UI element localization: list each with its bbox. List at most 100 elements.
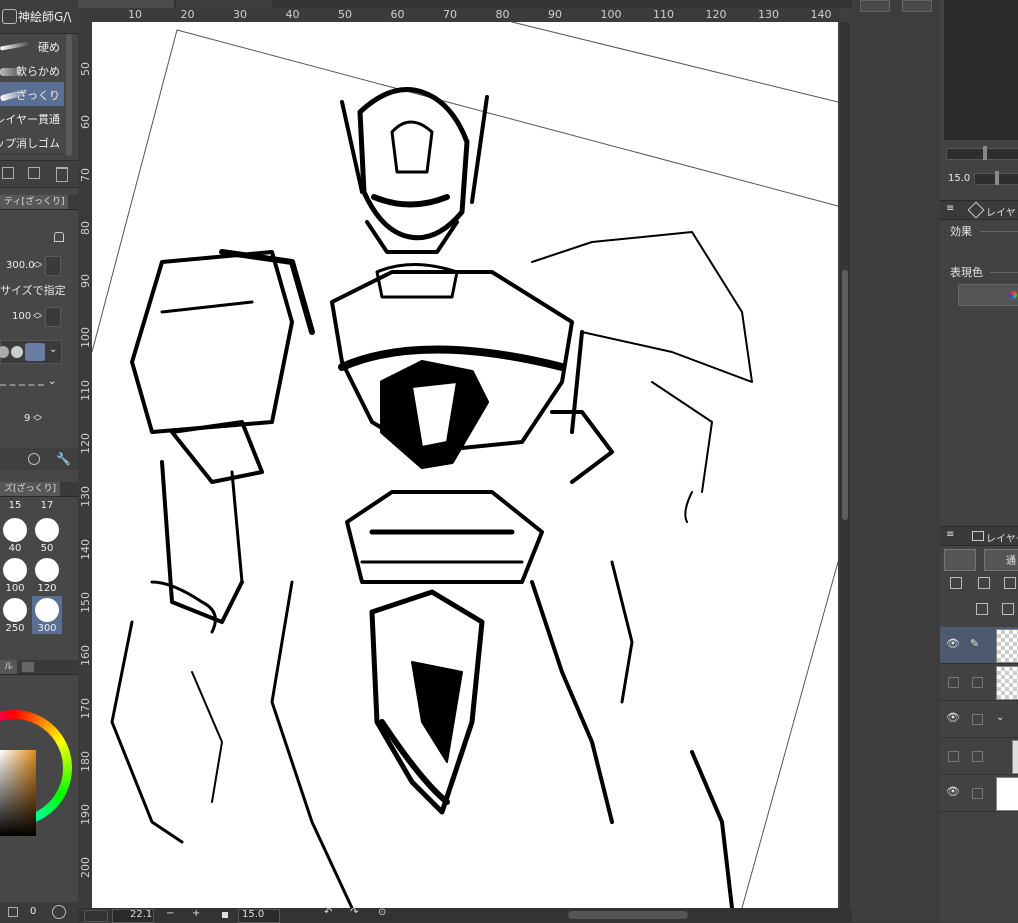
- brush-item-layer-through[interactable]: レイヤー貫通: [0, 106, 64, 131]
- visibility-checkbox[interactable]: [948, 677, 959, 688]
- lock-layer-icon[interactable]: [978, 577, 990, 589]
- size-label[interactable]: 17: [32, 500, 62, 511]
- lock-checkbox[interactable]: [972, 751, 983, 762]
- play-icon[interactable]: [52, 905, 66, 919]
- eye-icon[interactable]: 👁: [946, 712, 960, 724]
- layer-row-paper[interactable]: 👁: [940, 775, 1018, 812]
- navigator-preview[interactable]: [84, 910, 108, 922]
- horizontal-scrollbar-thumb[interactable]: [568, 911, 688, 919]
- angle-value: 15.0: [242, 909, 265, 920]
- stroke-style-selector[interactable]: ⌄: [0, 376, 60, 394]
- brush-item-soft[interactable]: 軟らかめ: [0, 58, 64, 83]
- navigator-angle-value[interactable]: 15.0: [948, 173, 970, 184]
- color-dots-icon: [1009, 291, 1017, 299]
- size-label: 250: [5, 623, 25, 634]
- lock-icon[interactable]: [54, 232, 64, 242]
- stabilization-stepper-icon[interactable]: ︿ ﹀: [33, 411, 42, 428]
- navigator-preview-panel: [944, 0, 1018, 140]
- reset-rotation-icon[interactable]: ⊙: [378, 907, 386, 918]
- navigator-zoom-slider[interactable]: [946, 146, 1018, 160]
- slider-thumb[interactable]: [983, 146, 987, 160]
- saturation-value-square[interactable]: [0, 750, 36, 836]
- brush-item-eraser[interactable]: ップ消しゴム: [0, 130, 64, 155]
- reference-layer-icon[interactable]: [950, 577, 962, 589]
- layer-row-sketch[interactable]: 👁 ✎: [940, 627, 1018, 664]
- brush-group-header[interactable]: 神絵師G/\: [0, 0, 78, 34]
- wrench-icon[interactable]: 🔧: [56, 452, 71, 466]
- tab-document-2[interactable]: [176, 0, 272, 8]
- dash-preview: [0, 384, 44, 386]
- tip-preview: [25, 343, 45, 361]
- visibility-checkbox[interactable]: [948, 751, 959, 762]
- canvas-scrollbar-thumb[interactable]: [842, 270, 848, 520]
- menu-icon[interactable]: ≡: [946, 529, 954, 540]
- brush-item-hard[interactable]: 硬め: [0, 34, 64, 59]
- rotate-left-icon[interactable]: ↶: [324, 907, 332, 918]
- new-layer-icon[interactable]: [976, 603, 988, 615]
- checkbox-icon[interactable]: [8, 907, 18, 917]
- lock-checkbox[interactable]: [972, 714, 983, 725]
- download-icon[interactable]: [2, 167, 14, 179]
- layer-folder-row[interactable]: 👁 ⌄: [940, 701, 1018, 738]
- eye-icon[interactable]: 👁: [946, 638, 960, 650]
- opacity-stepper-icon[interactable]: ︿ ﹀: [33, 309, 42, 326]
- slider-thumb[interactable]: [995, 171, 999, 185]
- zoom-value: 22.1: [130, 909, 153, 920]
- opacity-value[interactable]: 100: [12, 311, 31, 322]
- layer-panel-tab[interactable]: レイヤー: [986, 530, 1018, 545]
- size-cell[interactable]: 120: [32, 556, 62, 594]
- copy-icon[interactable]: [28, 167, 40, 179]
- stop-icon[interactable]: [222, 912, 228, 918]
- dock-button-2[interactable]: [902, 0, 932, 12]
- layer-color-button[interactable]: [944, 549, 976, 571]
- layer-row-4[interactable]: [940, 738, 1018, 775]
- size-cell[interactable]: 40: [0, 516, 30, 554]
- pressure-toggle-button[interactable]: [45, 256, 61, 276]
- size-stepper-icon[interactable]: ︿ ﹀: [33, 258, 42, 275]
- size-mode-label: サイズで指定: [0, 284, 66, 297]
- brush-tip-selector[interactable]: ⌄: [0, 340, 62, 364]
- menu-icon[interactable]: ≡: [946, 203, 954, 214]
- chevron-down-icon[interactable]: ⌄: [996, 712, 1004, 723]
- size-label: 50: [40, 543, 54, 554]
- opacity-pressure-button[interactable]: [45, 307, 61, 327]
- eye-icon[interactable]: 👁: [946, 786, 960, 798]
- layers-icon: [972, 531, 984, 541]
- tab-color-set-icon[interactable]: [22, 662, 34, 672]
- pen-icon: [2, 9, 17, 24]
- lock-checkbox[interactable]: [972, 788, 983, 799]
- brush-stroke-preview: [0, 41, 31, 51]
- tab-brush-size[interactable]: ズ[ざっくり]: [0, 482, 61, 496]
- lock-checkbox[interactable]: [972, 677, 983, 688]
- size-cell[interactable]: 100: [0, 556, 30, 594]
- brush-list-scrollbar[interactable]: [66, 34, 72, 156]
- rotate-right-icon[interactable]: ↷: [350, 907, 358, 918]
- zoom-in-icon[interactable]: +: [192, 908, 200, 919]
- ruler-tick-label: 90: [79, 274, 92, 288]
- ruler-tick-label: 50: [338, 8, 352, 21]
- tab-document-1[interactable]: [78, 0, 174, 8]
- layer-property-tab[interactable]: レイヤ: [986, 204, 1016, 219]
- zoom-out-icon[interactable]: −: [166, 908, 174, 919]
- layer-row-2[interactable]: [940, 664, 1018, 701]
- stabilization-value[interactable]: 9: [24, 413, 30, 424]
- size-label[interactable]: 15: [0, 500, 30, 511]
- trash-icon[interactable]: [56, 167, 68, 182]
- new-vector-layer-icon[interactable]: [1002, 603, 1014, 615]
- brush-item-label: ざっくり: [16, 89, 60, 102]
- size-cell[interactable]: 50: [32, 516, 62, 554]
- navigator-angle-row: 15.0: [944, 170, 1018, 188]
- brush-item-rough[interactable]: ざっくり: [0, 82, 64, 107]
- clip-icon[interactable]: [1004, 577, 1016, 589]
- dock-button-1[interactable]: [860, 0, 890, 12]
- expression-color-selector[interactable]: [958, 284, 1018, 306]
- tab-color-wheel[interactable]: ル: [0, 660, 18, 674]
- brush-size-value[interactable]: 300.0: [6, 260, 35, 271]
- drawing-canvas[interactable]: [92, 22, 838, 908]
- size-cell[interactable]: 250: [0, 596, 30, 634]
- navigator-angle-slider[interactable]: [974, 171, 1018, 185]
- tab-tool-property[interactable]: ティ[ざっくり]: [0, 195, 69, 209]
- size-cell-selected[interactable]: 300: [32, 596, 62, 634]
- layer-property-header: ≡ レイヤ: [940, 200, 1018, 220]
- reset-icon[interactable]: [28, 453, 40, 465]
